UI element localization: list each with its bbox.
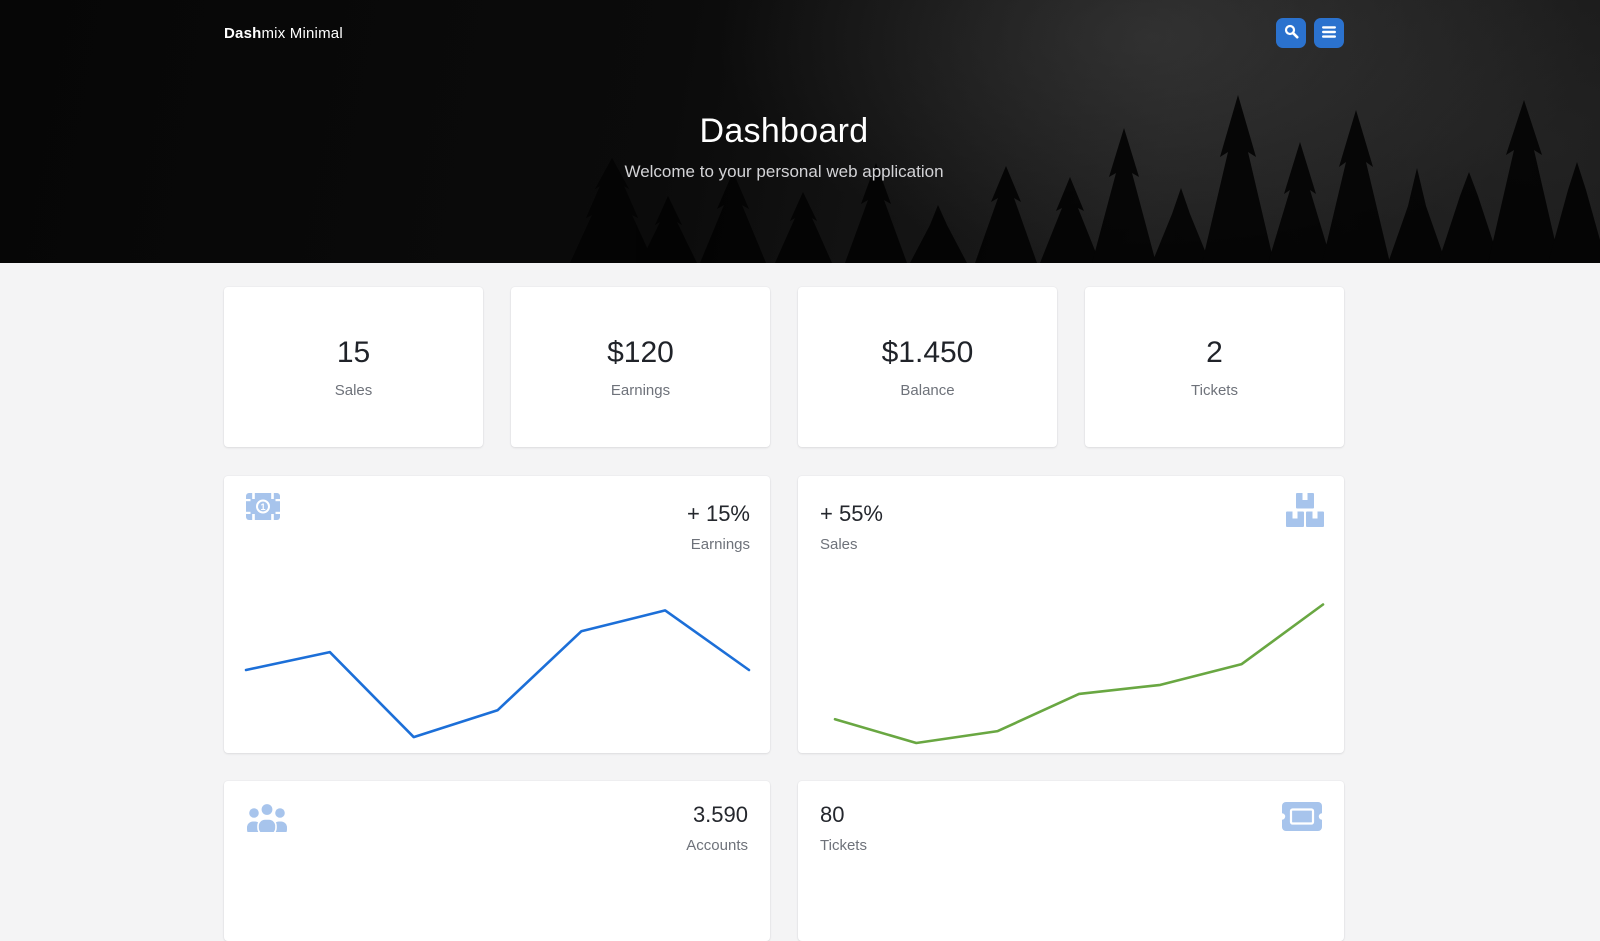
page-title: Dashboard	[224, 112, 1344, 151]
page-header: Dashmix Minimal Dashboard Welcome to you…	[0, 0, 1600, 263]
top-navbar: Dashmix Minimal	[224, 0, 1344, 48]
header-actions	[1276, 18, 1344, 48]
brand-rest: mix Minimal	[261, 25, 342, 42]
sales-line-chart	[798, 580, 1344, 753]
stat-card-sales: 15 Sales	[224, 287, 483, 447]
search-button[interactable]	[1276, 18, 1306, 48]
tickets-value: 80	[820, 802, 867, 828]
stat-value: 2	[1206, 336, 1223, 370]
sales-delta: + 55%	[820, 501, 883, 527]
hamburger-menu-icon	[1322, 25, 1336, 42]
svg-text:1: 1	[260, 502, 265, 512]
stat-card-balance: $1.450 Balance	[798, 287, 1057, 447]
search-icon	[1284, 24, 1299, 42]
stats-row: 15 Sales $120 Earnings $1.450 Balance 2 …	[224, 287, 1344, 447]
brand-logo[interactable]: Dashmix Minimal	[224, 25, 343, 42]
accounts-value: 3.590	[686, 802, 748, 828]
accounts-label: Accounts	[686, 837, 748, 854]
stat-card-tickets: 2 Tickets	[1085, 287, 1344, 447]
brand-bold: Dash	[224, 25, 261, 42]
stat-label: Tickets	[1191, 382, 1238, 399]
earnings-delta: + 15%	[687, 501, 750, 527]
main-content: 15 Sales $120 Earnings $1.450 Balance 2 …	[0, 287, 1600, 941]
tickets-label: Tickets	[820, 837, 867, 854]
bottom-row: 3.590 Accounts 80 Tickets	[224, 781, 1344, 941]
stat-label: Balance	[900, 382, 954, 399]
charts-row: 1 + 15% Earnings + 55% Sales	[224, 476, 1344, 753]
stat-card-earnings: $120 Earnings	[511, 287, 770, 447]
page-subtitle: Welcome to your personal web application	[224, 162, 1344, 182]
earnings-line-chart	[224, 580, 770, 753]
boxes-icon	[1286, 493, 1324, 533]
sales-delta-label: Sales	[820, 536, 883, 553]
menu-toggle-button[interactable]	[1314, 18, 1344, 48]
hero-block: Dashboard Welcome to your personal web a…	[224, 112, 1344, 182]
money-bill-icon: 1	[246, 493, 280, 525]
sales-chart-card: + 55% Sales	[798, 476, 1344, 753]
ticket-icon	[1282, 802, 1322, 836]
stat-value: 15	[337, 336, 370, 370]
stat-label: Sales	[335, 382, 373, 399]
users-icon	[246, 802, 288, 837]
tickets-card: 80 Tickets	[798, 781, 1344, 941]
stat-value: $120	[607, 336, 674, 370]
accounts-card: 3.590 Accounts	[224, 781, 770, 941]
earnings-delta-label: Earnings	[687, 536, 750, 553]
stat-value: $1.450	[882, 336, 974, 370]
stat-label: Earnings	[611, 382, 670, 399]
earnings-chart-card: 1 + 15% Earnings	[224, 476, 770, 753]
